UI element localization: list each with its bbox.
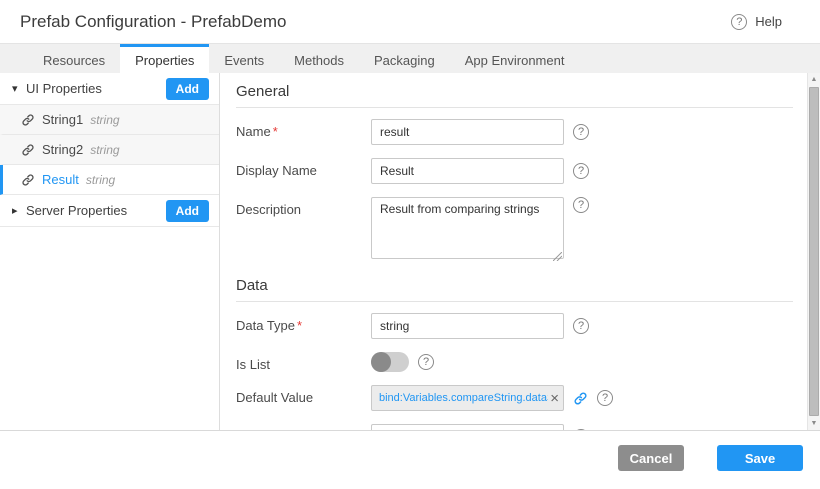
display-name-label: Display Name xyxy=(236,158,371,178)
help-button[interactable]: ? Help xyxy=(731,14,782,30)
tab-app-environment[interactable]: App Environment xyxy=(450,44,580,73)
default-value-label: Default Value xyxy=(236,385,371,405)
is-list-help-icon[interactable]: ? xyxy=(418,354,434,370)
description-row: Description Result from comparing string… xyxy=(236,197,793,264)
vertical-scrollbar[interactable]: ▲ ▼ xyxy=(807,73,820,430)
is-list-toggle[interactable] xyxy=(371,352,409,372)
tab-packaging[interactable]: Packaging xyxy=(359,44,450,73)
data-type-row: Data Type* ? xyxy=(236,313,793,339)
scrollbar-track[interactable] xyxy=(808,86,820,417)
default-value-row: Default Value bind:Variables.compareStri… xyxy=(236,385,793,411)
help-icon: ? xyxy=(731,14,747,30)
name-input[interactable] xyxy=(371,119,564,145)
required-marker: * xyxy=(297,318,302,333)
is-list-label: Is List xyxy=(236,352,371,372)
description-label: Description xyxy=(236,197,371,217)
binding-type-row: Binding Type out-bound ▼ ? xyxy=(236,424,793,430)
property-type: string xyxy=(86,173,115,187)
data-section-title: Data xyxy=(236,277,793,302)
property-type: string xyxy=(90,113,119,127)
bind-link-icon[interactable] xyxy=(573,391,588,406)
property-form: General Name* ? Display Name ? Descripti xyxy=(220,73,807,430)
add-ui-property-button[interactable]: Add xyxy=(166,78,209,100)
display-name-help-icon[interactable]: ? xyxy=(573,163,589,179)
default-value-binding-chip[interactable]: bind:Variables.compareString.dataSet... … xyxy=(371,385,564,411)
binding-expression: bind:Variables.compareString.dataSet... xyxy=(379,392,548,404)
data-type-label: Data Type* xyxy=(236,313,371,333)
cancel-button[interactable]: Cancel xyxy=(618,445,684,471)
caret-down-icon: ▾ xyxy=(12,82,26,95)
property-name: String1 xyxy=(42,112,83,127)
property-type: string xyxy=(90,143,119,157)
link-icon xyxy=(21,143,35,157)
tab-events[interactable]: Events xyxy=(209,44,279,73)
scroll-down-icon[interactable]: ▼ xyxy=(808,417,820,430)
tab-resources[interactable]: Resources xyxy=(28,44,120,73)
properties-sidebar: ▾ UI Properties Add String1 string Strin… xyxy=(0,73,220,430)
scroll-up-icon[interactable]: ▲ xyxy=(808,73,820,86)
toggle-knob xyxy=(371,352,391,372)
name-row: Name* ? xyxy=(236,119,793,145)
save-button[interactable]: Save xyxy=(717,445,803,471)
add-server-property-button[interactable]: Add xyxy=(166,200,209,222)
server-properties-label: Server Properties xyxy=(26,203,166,218)
required-marker: * xyxy=(273,124,278,139)
general-section-title: General xyxy=(236,83,793,108)
binding-type-help-icon[interactable]: ? xyxy=(573,429,589,430)
default-value-help-icon[interactable]: ? xyxy=(597,390,613,406)
help-label: Help xyxy=(755,14,782,29)
dialog-footer: Cancel Save xyxy=(0,431,820,489)
display-name-row: Display Name ? xyxy=(236,158,793,184)
description-help-icon[interactable]: ? xyxy=(573,197,589,213)
name-help-icon[interactable]: ? xyxy=(573,124,589,140)
data-type-input[interactable] xyxy=(371,313,564,339)
clear-binding-icon[interactable]: × xyxy=(548,391,561,406)
prefab-configuration-dialog: Prefab Configuration - PrefabDemo ? Help… xyxy=(0,0,820,489)
dialog-body: ▾ UI Properties Add String1 string Strin… xyxy=(0,73,820,431)
tab-methods[interactable]: Methods xyxy=(279,44,359,73)
property-name: String2 xyxy=(42,142,83,157)
scrollbar-thumb[interactable] xyxy=(809,87,819,416)
link-icon xyxy=(21,113,35,127)
tab-bar: Resources Properties Events Methods Pack… xyxy=(0,43,820,73)
description-textarea[interactable]: Result from comparing strings xyxy=(371,197,564,259)
ui-properties-section-header[interactable]: ▾ UI Properties Add xyxy=(0,73,219,105)
data-type-help-icon[interactable]: ? xyxy=(573,318,589,334)
is-list-row: Is List ? xyxy=(236,352,793,372)
dialog-title: Prefab Configuration - PrefabDemo xyxy=(20,12,286,32)
binding-type-select[interactable]: out-bound ▼ xyxy=(371,424,564,430)
link-icon xyxy=(21,173,35,187)
sidebar-item-string2[interactable]: String2 string xyxy=(0,135,219,165)
sidebar-item-string1[interactable]: String1 string xyxy=(0,105,219,135)
server-properties-section-header[interactable]: ▸ Server Properties Add xyxy=(0,195,219,227)
binding-type-label: Binding Type xyxy=(236,424,371,430)
tab-properties[interactable]: Properties xyxy=(120,44,209,73)
property-name: Result xyxy=(42,172,79,187)
ui-properties-label: UI Properties xyxy=(26,81,166,96)
display-name-input[interactable] xyxy=(371,158,564,184)
caret-right-icon: ▸ xyxy=(12,204,26,217)
name-label: Name* xyxy=(236,119,371,139)
titlebar: Prefab Configuration - PrefabDemo ? Help xyxy=(0,0,820,43)
sidebar-item-result[interactable]: Result string xyxy=(0,165,219,195)
